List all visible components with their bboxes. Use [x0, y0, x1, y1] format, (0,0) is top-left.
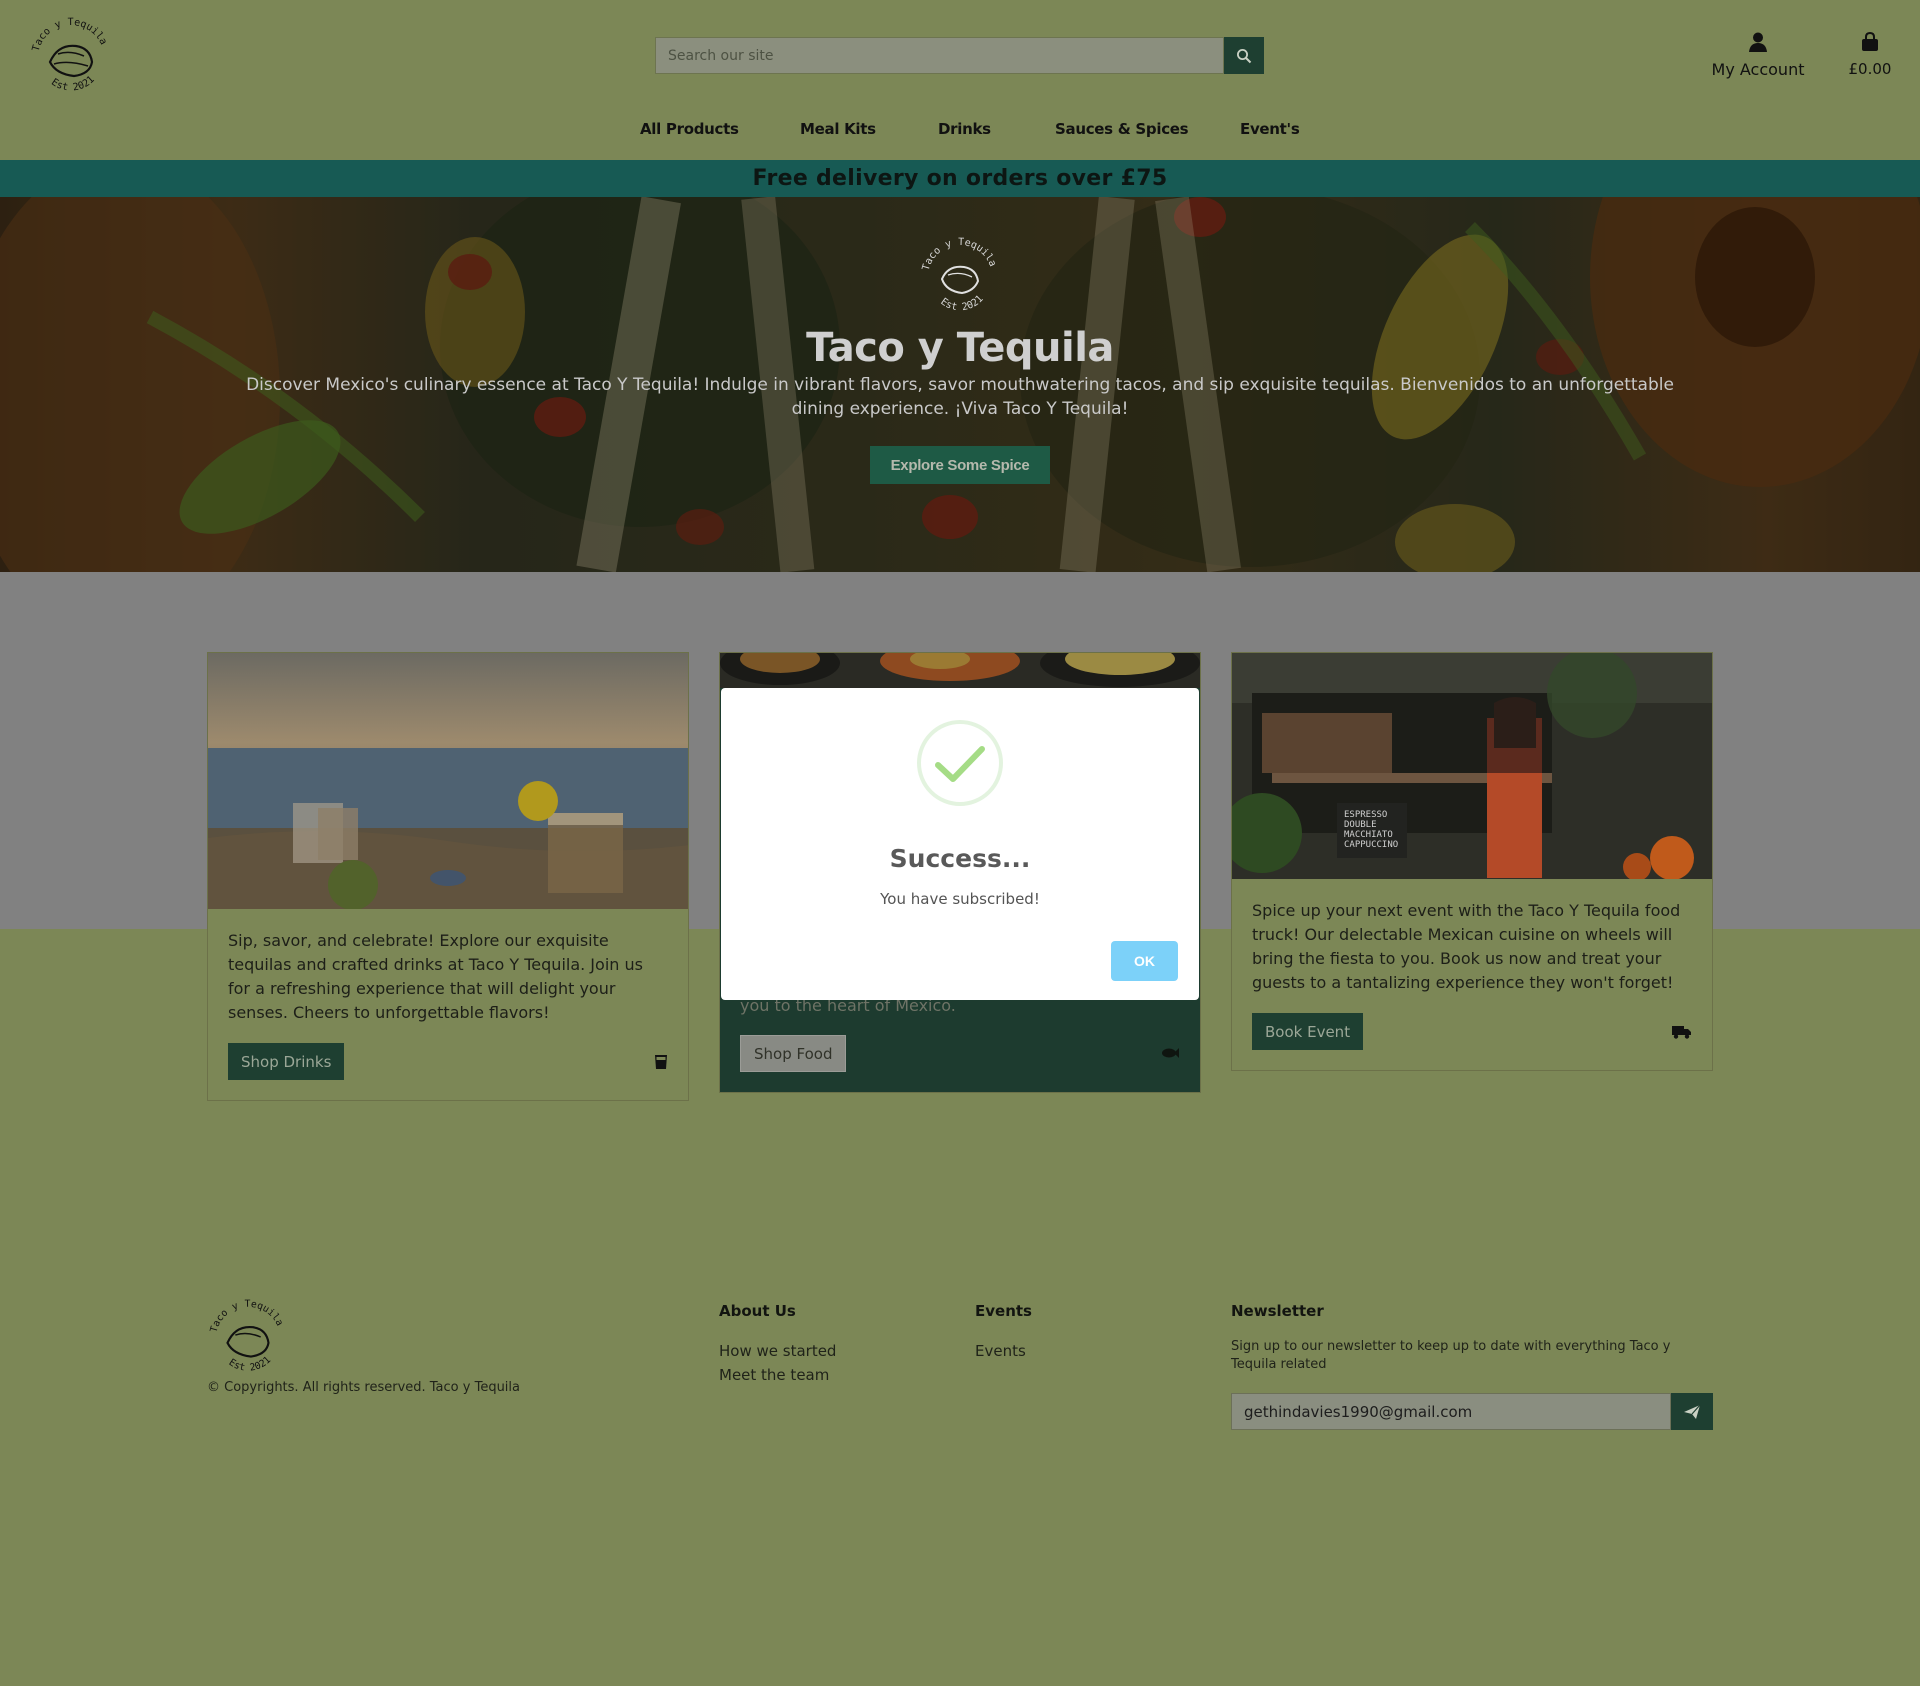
events-heading: Events [975, 1302, 1032, 1320]
nav-events[interactable]: Event's [1240, 120, 1300, 138]
site-header: Taco y Tequila Est 2021 My Account £0.00… [0, 0, 1920, 160]
hero-section: Taco y Tequila Est 2021 Taco y Tequila D… [0, 197, 1920, 572]
nav-all-products[interactable]: All Products [640, 120, 739, 138]
svg-text:CAPPUCCINO: CAPPUCCINO [1344, 840, 1398, 850]
glass-icon [655, 1054, 667, 1069]
drinks-card: Sip, savor, and celebrate! Explore our e… [207, 652, 689, 1101]
explore-button[interactable]: Explore Some Spice [870, 446, 1050, 484]
svg-text:Est 2021: Est 2021 [938, 294, 985, 313]
search-icon [1237, 48, 1252, 63]
about-heading: About Us [719, 1302, 796, 1320]
newsletter-email-input[interactable] [1231, 1393, 1671, 1430]
truck-icon [1672, 1025, 1691, 1039]
search-bar [655, 37, 1264, 74]
nav-sauces-spices[interactable]: Sauces & Spices [1055, 120, 1189, 138]
send-icon [1684, 1404, 1701, 1419]
shop-drinks-button[interactable]: Shop Drinks [228, 1043, 345, 1080]
newsletter-submit-button[interactable] [1671, 1393, 1713, 1430]
hero-title: Taco y Tequila [806, 325, 1114, 371]
copyright-text: © Copyrights. All rights reserved. Taco … [207, 1380, 520, 1395]
svg-text:Taco y Tequila: Taco y Tequila [209, 1299, 285, 1334]
fish-icon [1162, 1048, 1179, 1058]
search-input[interactable] [655, 37, 1224, 74]
modal-message: You have subscribed! [880, 890, 1040, 908]
success-check-icon [917, 720, 1003, 806]
food-image [720, 653, 1200, 688]
bag-total: £0.00 [1848, 60, 1892, 78]
newsletter-description: Sign up to our newsletter to keep up to … [1231, 1339, 1671, 1372]
svg-text:Est 2021: Est 2021 [49, 74, 97, 93]
search-button[interactable] [1224, 37, 1264, 74]
footer-logo: Taco y Tequila Est 2021 [209, 1299, 285, 1374]
how-we-started-link[interactable]: How we started [719, 1342, 836, 1360]
events-card-text: Spice up your next event with the Taco Y… [1252, 901, 1681, 992]
svg-text:Taco y Tequila: Taco y Tequila [31, 17, 109, 53]
svg-text:MACCHIATO: MACCHIATO [1344, 830, 1393, 840]
my-account-label: My Account [1711, 60, 1805, 79]
events-link[interactable]: Events [975, 1342, 1026, 1360]
drinks-card-text: Sip, savor, and celebrate! Explore our e… [228, 931, 643, 1022]
newsletter-heading: Newsletter [1231, 1302, 1324, 1320]
delivery-banner: Free delivery on orders over £75 [0, 160, 1920, 197]
hero-logo: Taco y Tequila Est 2021 [921, 237, 998, 313]
hero-description: Discover Mexico's culinary essence at Ta… [246, 375, 1674, 419]
events-card: ESPRESSO DOUBLE MACCHIATO CAPPUCCINO Spi… [1231, 652, 1713, 1071]
user-icon [1749, 32, 1767, 52]
svg-text:DOUBLE: DOUBLE [1344, 820, 1377, 830]
book-event-button[interactable]: Book Event [1252, 1013, 1364, 1050]
shopping-bag-icon [1862, 31, 1878, 51]
taco-logo[interactable]: Taco y Tequila Est 2021 [28, 14, 114, 98]
shop-food-button[interactable]: Shop Food [740, 1035, 847, 1072]
success-modal: Success... You have subscribed! OK [721, 688, 1199, 1000]
shopping-bag-link[interactable]: £0.00 [1840, 31, 1900, 78]
meet-the-team-link[interactable]: Meet the team [719, 1366, 829, 1384]
svg-text:ESPRESSO: ESPRESSO [1344, 810, 1387, 820]
nav-drinks[interactable]: Drinks [938, 120, 991, 138]
food-truck-image: ESPRESSO DOUBLE MACCHIATO CAPPUCCINO [1232, 653, 1712, 879]
modal-ok-button[interactable]: OK [1111, 941, 1178, 981]
my-account-link[interactable]: My Account [1700, 32, 1816, 79]
drinks-image [208, 653, 688, 909]
nav-meal-kits[interactable]: Meal Kits [800, 120, 876, 138]
modal-title: Success... [889, 844, 1031, 873]
